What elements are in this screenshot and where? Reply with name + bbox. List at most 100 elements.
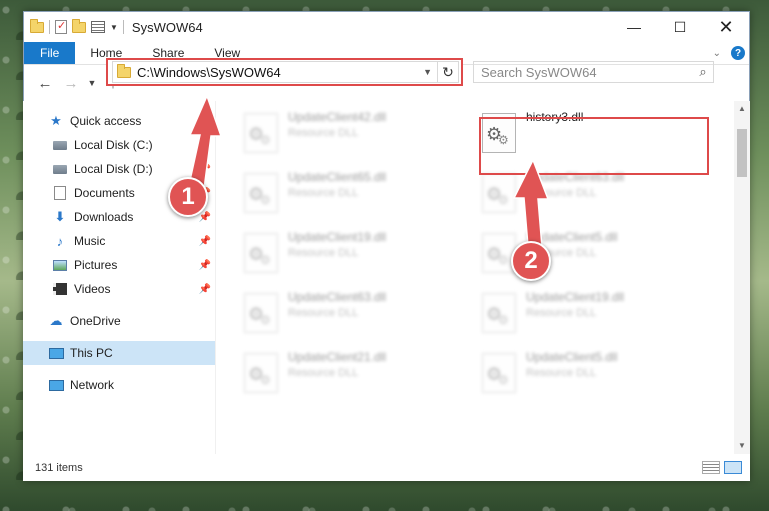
minimize-button[interactable]: —: [611, 12, 657, 42]
explorer-body: ★ Quick access Local Disk (C:) 📌 Local D…: [23, 101, 750, 454]
file-item[interactable]: UpdateClient65.dll Resource DLL: [244, 169, 464, 221]
videos-icon: [51, 283, 69, 295]
file-item[interactable]: UpdateClient63.dllResource DLL: [482, 169, 702, 221]
sidebar-item-local-disk-c[interactable]: Local Disk (C:) 📌: [23, 133, 215, 157]
recent-locations-icon[interactable]: ▼: [84, 78, 100, 88]
divider: [122, 20, 124, 34]
dll-file-icon: [244, 353, 278, 393]
sidebar-item-label: Local Disk (D:): [74, 162, 153, 176]
view-icon[interactable]: [91, 21, 105, 33]
drive-icon: [51, 140, 69, 150]
file-type: Resource DLL: [288, 187, 359, 199]
pin-icon[interactable]: 📌: [199, 284, 211, 295]
file-item[interactable]: UpdateClient5.dll Resource DLL: [482, 349, 702, 401]
star-icon: ★: [50, 113, 62, 128]
file-type: Resource DLL: [526, 367, 597, 379]
address-text[interactable]: C:\Windows\SysWOW64: [137, 65, 281, 80]
sidebar-item-label: Pictures: [74, 258, 118, 272]
sidebar-item-label: Documents: [74, 186, 135, 200]
music-icon: ♪: [56, 233, 64, 249]
sidebar-item-this-pc[interactable]: This PC: [23, 341, 215, 365]
address-field[interactable]: C:\Windows\SysWOW64 ▼: [112, 61, 437, 83]
file-type: Resource DLL: [288, 127, 359, 139]
sidebar-item-quick-access[interactable]: ★ Quick access: [23, 109, 215, 133]
search-icon: ⌕: [699, 64, 707, 79]
pin-icon[interactable]: 📌: [199, 140, 211, 151]
callout-step-1: 1: [168, 177, 208, 217]
dll-file-icon: [244, 173, 278, 213]
forward-arrow-icon[interactable]: →: [58, 75, 84, 92]
scroll-thumb[interactable]: [737, 129, 747, 177]
expand-ribbon-icon[interactable]: ⌄: [713, 48, 721, 59]
dll-file-icon: [482, 233, 516, 273]
sidebar-item-videos[interactable]: Videos 📌: [23, 277, 215, 301]
sidebar-item-label: This PC: [70, 346, 113, 360]
window-title: SysWOW64: [131, 19, 203, 35]
quick-access-toolbar: ▼: [30, 18, 124, 34]
network-icon: [47, 379, 65, 391]
dll-file-icon: [244, 293, 278, 333]
file-item[interactable]: UpdateClient21.dll Resource DLL: [244, 349, 464, 401]
refresh-icon[interactable]: ↻: [437, 61, 459, 83]
pin-icon[interactable]: 📌: [199, 212, 211, 223]
back-arrow-icon[interactable]: ←: [32, 75, 58, 92]
sidebar-item-label: Videos: [74, 282, 111, 296]
file-name: UpdateClient5.dll: [526, 230, 618, 244]
pin-icon[interactable]: 📌: [199, 236, 211, 247]
help-icon[interactable]: ?: [731, 46, 745, 60]
ribbon-right: ⌄ ?: [713, 42, 749, 64]
computer-icon: [47, 347, 65, 359]
file-item[interactable]: UpdateClient19.dll Resource DLL: [244, 229, 464, 281]
scroll-up-icon[interactable]: ▲: [734, 101, 750, 117]
file-list: UpdateClient42.dll Resource DLL UpdateCli…: [216, 101, 750, 454]
sidebar-item-label: Network: [70, 378, 115, 392]
properties-icon[interactable]: [55, 19, 67, 34]
sidebar-item-label: OneDrive: [70, 314, 121, 328]
file-type: Resource DLL: [526, 187, 597, 199]
sidebar-item-label: Quick access: [70, 114, 142, 128]
file-item[interactable]: UpdateClient19.dll Resource DLL: [482, 289, 702, 341]
dll-file-icon: [482, 173, 516, 213]
pictures-icon: [51, 259, 69, 271]
documents-icon: [51, 186, 69, 200]
sidebar-item-label: Downloads: [74, 210, 134, 224]
vertical-scrollbar[interactable]: ▲ ▼: [734, 101, 750, 454]
dll-file-icon: [482, 353, 516, 393]
close-button[interactable]: ✕: [703, 12, 749, 42]
search-input[interactable]: [481, 64, 693, 80]
file-type: Resource DLL: [288, 307, 359, 319]
new-folder-icon[interactable]: [72, 18, 86, 33]
drive-icon: [51, 164, 69, 174]
file-name: UpdateClient19.dll: [288, 230, 387, 244]
window-controls: — ☐ ✕: [611, 12, 749, 42]
maximize-button[interactable]: ☐: [657, 12, 703, 42]
highlight-box-file: [479, 117, 709, 175]
sidebar-item-label: Local Disk (C:): [74, 138, 153, 152]
pin-icon[interactable]: 📌: [199, 260, 211, 271]
scroll-down-icon[interactable]: ▼: [734, 438, 750, 454]
download-icon: ⬇: [54, 209, 66, 224]
file-name: UpdateClient19.dll: [526, 290, 625, 304]
file-name: UpdateClient65.dll: [288, 170, 387, 184]
sidebar-item-pictures[interactable]: Pictures 📌: [23, 253, 215, 277]
sidebar-item-network[interactable]: Network: [23, 373, 215, 397]
pin-icon[interactable]: 📌: [199, 164, 211, 175]
file-type: Resource DLL: [526, 307, 597, 319]
file-name: UpdateClient63.dll: [288, 290, 387, 304]
address-dropdown-icon[interactable]: ▼: [423, 67, 437, 77]
file-item[interactable]: UpdateClient42.dll Resource DLL: [244, 109, 464, 161]
sidebar-item-onedrive[interactable]: ☁ OneDrive: [23, 309, 215, 333]
title-bar: ▼ SysWOW64 — ☐ ✕: [24, 12, 749, 42]
file-item[interactable]: UpdateClient63.dll Resource DLL: [244, 289, 464, 341]
search-box[interactable]: ⌕: [473, 61, 714, 83]
customize-toolbar-icon[interactable]: ▼: [110, 23, 118, 32]
tab-file[interactable]: File: [24, 42, 76, 64]
file-type: Resource DLL: [288, 247, 359, 259]
cloud-icon: ☁: [49, 313, 63, 328]
dll-file-icon: [244, 113, 278, 153]
file-type: Resource DLL: [288, 367, 359, 379]
sidebar-item-music[interactable]: ♪ Music 📌: [23, 229, 215, 253]
address-bar[interactable]: C:\Windows\SysWOW64 ▼ ↻: [106, 58, 463, 86]
file-name: UpdateClient5.dll: [526, 350, 618, 364]
folder-icon: [117, 63, 131, 78]
